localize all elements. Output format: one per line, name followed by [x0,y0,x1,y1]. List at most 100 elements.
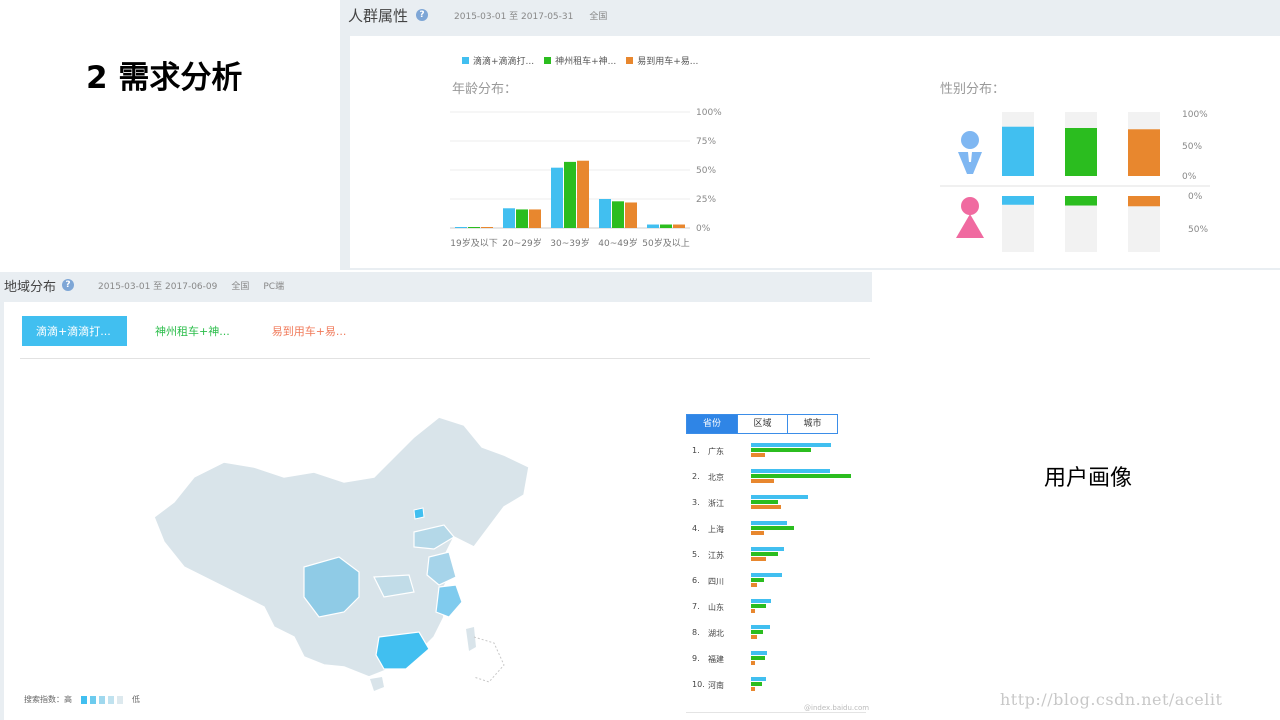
region-panel: 地域分布 ? 2015-03-01 至 2017-06-09 全国 PC端 滴滴… [0,272,872,720]
slide-title: 2 需求分析 [86,60,243,96]
ranking-row[interactable]: 4. 上海 [692,520,862,546]
ranking-bar [751,578,764,582]
tab-yidao[interactable]: 易到用车+易... [272,323,347,339]
ranking-bar [751,547,784,551]
region-scope: 全国 [231,281,250,292]
ranking-row[interactable]: 6. 四川 [692,572,862,598]
age-xtick-label: 40~49岁 [598,237,637,249]
gender-chart-title: 性别分布： [940,82,1006,97]
age-bar[interactable] [647,224,659,228]
legend-item-yidao[interactable]: 易到用车+易... [626,54,698,67]
help-icon[interactable]: ? [62,279,75,291]
ranking-row[interactable]: 9. 福建 [692,650,862,676]
legend-cell [99,695,105,704]
age-bar[interactable] [529,209,541,228]
crowd-panel-title: 人群属性 [348,6,409,25]
legend-item-shenzhou[interactable]: 神州租车+神... [544,54,616,67]
map-south-sea-islands [473,636,505,683]
map-region-guangdong[interactable] [375,631,430,670]
ranking-province-name: 江苏 [708,551,724,560]
ranking-province-name: 山东 [708,603,724,612]
tab-didi[interactable]: 滴滴+滴滴打... [22,316,127,346]
female-bar[interactable] [1128,196,1160,207]
age-bar[interactable] [481,227,493,228]
gender-ytick-label: 100% [1182,110,1208,120]
ranking-row[interactable]: 2. 北京 [692,468,862,494]
ranking-bar [751,531,764,535]
male-icon [958,131,982,174]
ranking-row[interactable]: 7. 山东 [692,598,862,624]
ranking-province-name: 河南 [708,681,724,690]
segment-region[interactable]: 区域 [737,415,787,433]
ranking-row[interactable]: 8. 湖北 [692,624,862,650]
ranking-bar [751,687,755,691]
ranking-bar [751,635,757,639]
segment-province[interactable]: 省份 [687,415,737,433]
legend-cell [108,695,114,704]
age-bar[interactable] [468,227,480,228]
map-hainan [370,677,384,691]
legend-swatch [544,57,552,64]
age-bar[interactable] [564,161,576,228]
slide-caption: 用户画像 [1044,466,1133,491]
legend-item-didi[interactable]: 滴滴+滴滴打... [462,54,534,67]
ranking-bar [751,448,811,452]
age-bar[interactable] [577,160,589,228]
gender-chart: 100% 50% 0% 0% 50% [940,110,1210,252]
ranking-bar [751,552,778,556]
ranking-bar [751,656,765,660]
female-bar[interactable] [1065,196,1097,206]
gender-ytick-label: 50% [1188,225,1208,235]
region-platform: PC端 [263,281,285,292]
ranking-bar [751,495,808,499]
map-legend-suffix: 低 [132,695,140,704]
male-bar[interactable] [1002,126,1034,176]
ranking-bar [751,474,851,478]
gender-ytick-label: 50% [1182,142,1202,152]
age-bar[interactable] [516,209,528,228]
age-bar[interactable] [455,227,467,228]
ranking-bar [751,479,774,483]
source-label: @index.baidu.com [804,704,870,712]
ranking-province-name: 福建 [708,655,724,664]
male-bar[interactable] [1128,129,1160,176]
ranking-row[interactable]: 3. 浙江 [692,494,862,520]
ranking-bar [751,521,787,525]
region-date-range: 2015-03-01 至 2017-06-09 [98,281,218,292]
crowd-date-range: 2015-03-01 至 2017-05-31 [454,11,574,22]
help-icon[interactable]: ? [416,9,429,21]
female-icon [956,197,984,238]
gender-ytick-label: 0% [1182,172,1197,182]
map-region-zhejiang[interactable] [435,584,463,618]
ranking-number: 3. [692,498,700,507]
map-taiwan [466,627,476,651]
ranking-bar [751,604,766,608]
age-bar[interactable] [503,208,515,228]
legend-label: 滴滴+滴滴打... [473,57,535,67]
ranking-number: 1. [692,446,700,455]
legend-cell [81,695,87,704]
age-bar[interactable] [660,224,672,228]
map-region-beijing[interactable] [413,507,425,520]
age-bar[interactable] [551,167,563,228]
age-ytick-label: 0% [696,224,711,234]
male-bar[interactable] [1065,128,1097,176]
segment-city[interactable]: 城市 [787,415,837,433]
female-bar[interactable] [1002,196,1034,205]
age-xtick-label: 30~39岁 [550,237,589,249]
age-bar[interactable] [625,202,637,228]
age-bar[interactable] [599,199,611,228]
ranking-number: 8. [692,628,700,637]
tab-shenzhou[interactable]: 神州租车+神... [155,323,230,339]
ranking-province-name: 湖北 [708,629,724,638]
age-bar[interactable] [612,201,624,228]
map-legend: 搜索指数：高 低 [24,694,140,705]
age-bar[interactable] [673,224,685,228]
age-chart: 0% 25% 50% 75% 100% 19岁及以下 20~29岁 30~39岁 40~49岁 5… [450,108,722,249]
ranking-bar [751,661,755,665]
ranking-row[interactable]: 10. 河南 [692,676,862,702]
age-chart-title: 年龄分布： [452,82,518,97]
ranking-row[interactable]: 1. 广东 [692,442,862,468]
ranking-number: 6. [692,576,700,585]
ranking-row[interactable]: 5. 江苏 [692,546,862,572]
